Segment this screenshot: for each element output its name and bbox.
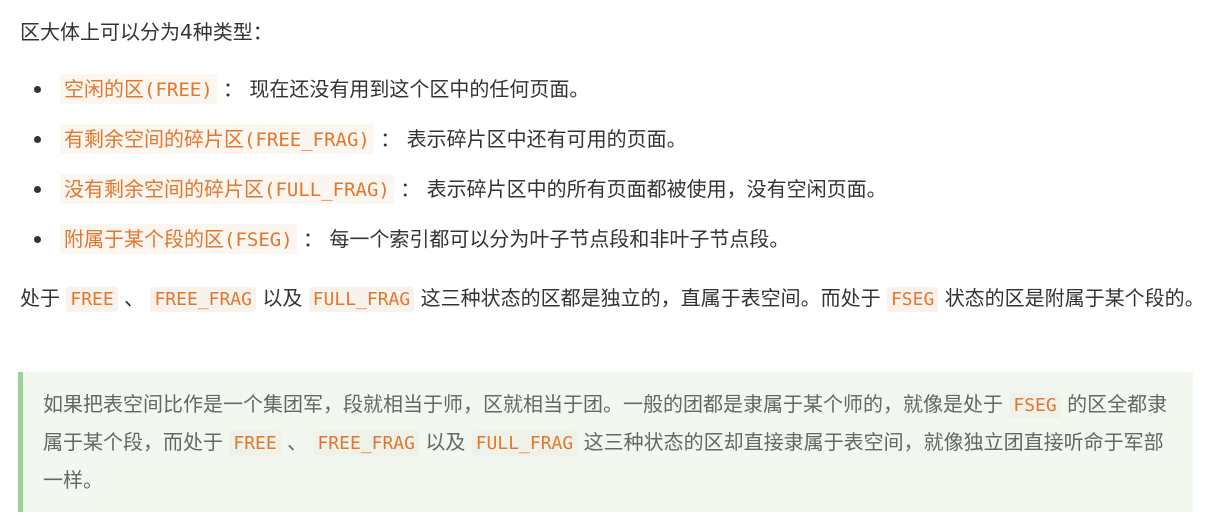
quote-text: 、 xyxy=(287,430,308,454)
separator: ： xyxy=(223,77,244,101)
extent-type-list: 空闲的区(FREE) ： 现在还没有用到这个区中的任何页面。 有剩余空间的碎片区… xyxy=(20,64,1200,264)
term-name: 有剩余空间的碎片区 xyxy=(64,127,244,151)
bullet-icon xyxy=(34,186,41,193)
intro-text: 区大体上可以分为4种类型： xyxy=(20,20,273,44)
separator: ： xyxy=(380,127,401,151)
quote-text: 如果把表空间比作是一个集团军，段就相当于师，区就相当于团。一般的团都是隶属于某个… xyxy=(43,392,1003,416)
term-highlight: 没有剩余空间的碎片区(FULL_FRAG) xyxy=(60,174,394,204)
list-item: 空闲的区(FREE) ： 现在还没有用到这个区中的任何页面。 xyxy=(20,64,1200,114)
inline-code: FSEG xyxy=(886,287,939,312)
document-page: 区大体上可以分为4种类型： 空闲的区(FREE) ： 现在还没有用到这个区中的任… xyxy=(0,0,1219,528)
paragraph-text: 以及 xyxy=(262,286,303,310)
inline-code: FREE_FRAG xyxy=(313,431,419,456)
term-name: 没有剩余空间的碎片区 xyxy=(64,177,264,201)
inline-code: FREE xyxy=(229,431,281,456)
term-description: 每一个索引都可以分为叶子节点段和非叶子节点段。 xyxy=(329,227,790,251)
term-description: 表示碎片区中还有可用的页面。 xyxy=(406,127,687,151)
inline-code: FSEG xyxy=(1009,393,1061,418)
term-name: 附属于某个段的区 xyxy=(64,227,224,251)
state-paragraph: 处于 FREE 、 FREE_FRAG 以及 FULL_FRAG 这三种状态的区… xyxy=(20,280,1205,318)
paragraph-text: 这三种状态的区都是独立的，直属于表空间。而处于 xyxy=(420,286,881,310)
list-item: 有剩余空间的碎片区(FREE_FRAG) ： 表示碎片区中还有可用的页面。 xyxy=(20,114,1200,164)
inline-code: FREE_FRAG xyxy=(150,287,256,312)
inline-code: FULL_FRAG xyxy=(308,287,415,312)
list-item: 没有剩余空间的碎片区(FULL_FRAG) ： 表示碎片区中的所有页面都被使用，… xyxy=(20,164,1200,214)
paragraph-text: 状态的区是附属于某个段的。 xyxy=(944,286,1205,310)
inline-code: FULL_FRAG xyxy=(471,431,578,456)
term-highlight: 空闲的区(FREE) xyxy=(60,74,217,104)
separator: ： xyxy=(303,227,324,251)
term-code: FREE xyxy=(155,79,202,101)
bullet-icon xyxy=(34,86,41,93)
term-code: FREE_FRAG xyxy=(255,129,359,151)
term-description: 表示碎片区中的所有页面都被使用，没有空闲页面。 xyxy=(426,177,887,201)
term-highlight: 附属于某个段的区(FSEG) xyxy=(60,224,297,254)
analogy-blockquote: 如果把表空间比作是一个集团军，段就相当于师，区就相当于团。一般的团都是隶属于某个… xyxy=(18,372,1193,512)
inline-code: FREE xyxy=(66,287,118,312)
bullet-icon xyxy=(34,136,41,143)
term-code: FULL_FRAG xyxy=(275,179,379,201)
separator: ： xyxy=(400,177,421,201)
term-description: 现在还没有用到这个区中的任何页面。 xyxy=(249,77,590,101)
term-code: FSEG xyxy=(235,229,282,251)
quote-text: 以及 xyxy=(425,430,466,454)
bullet-icon xyxy=(34,236,41,243)
paragraph-text: 处于 xyxy=(20,286,60,310)
paragraph-text: 、 xyxy=(124,286,145,310)
term-highlight: 有剩余空间的碎片区(FREE_FRAG) xyxy=(60,124,374,154)
list-item: 附属于某个段的区(FSEG) ： 每一个索引都可以分为叶子节点段和非叶子节点段。 xyxy=(20,214,1200,264)
term-name: 空闲的区 xyxy=(64,77,144,101)
